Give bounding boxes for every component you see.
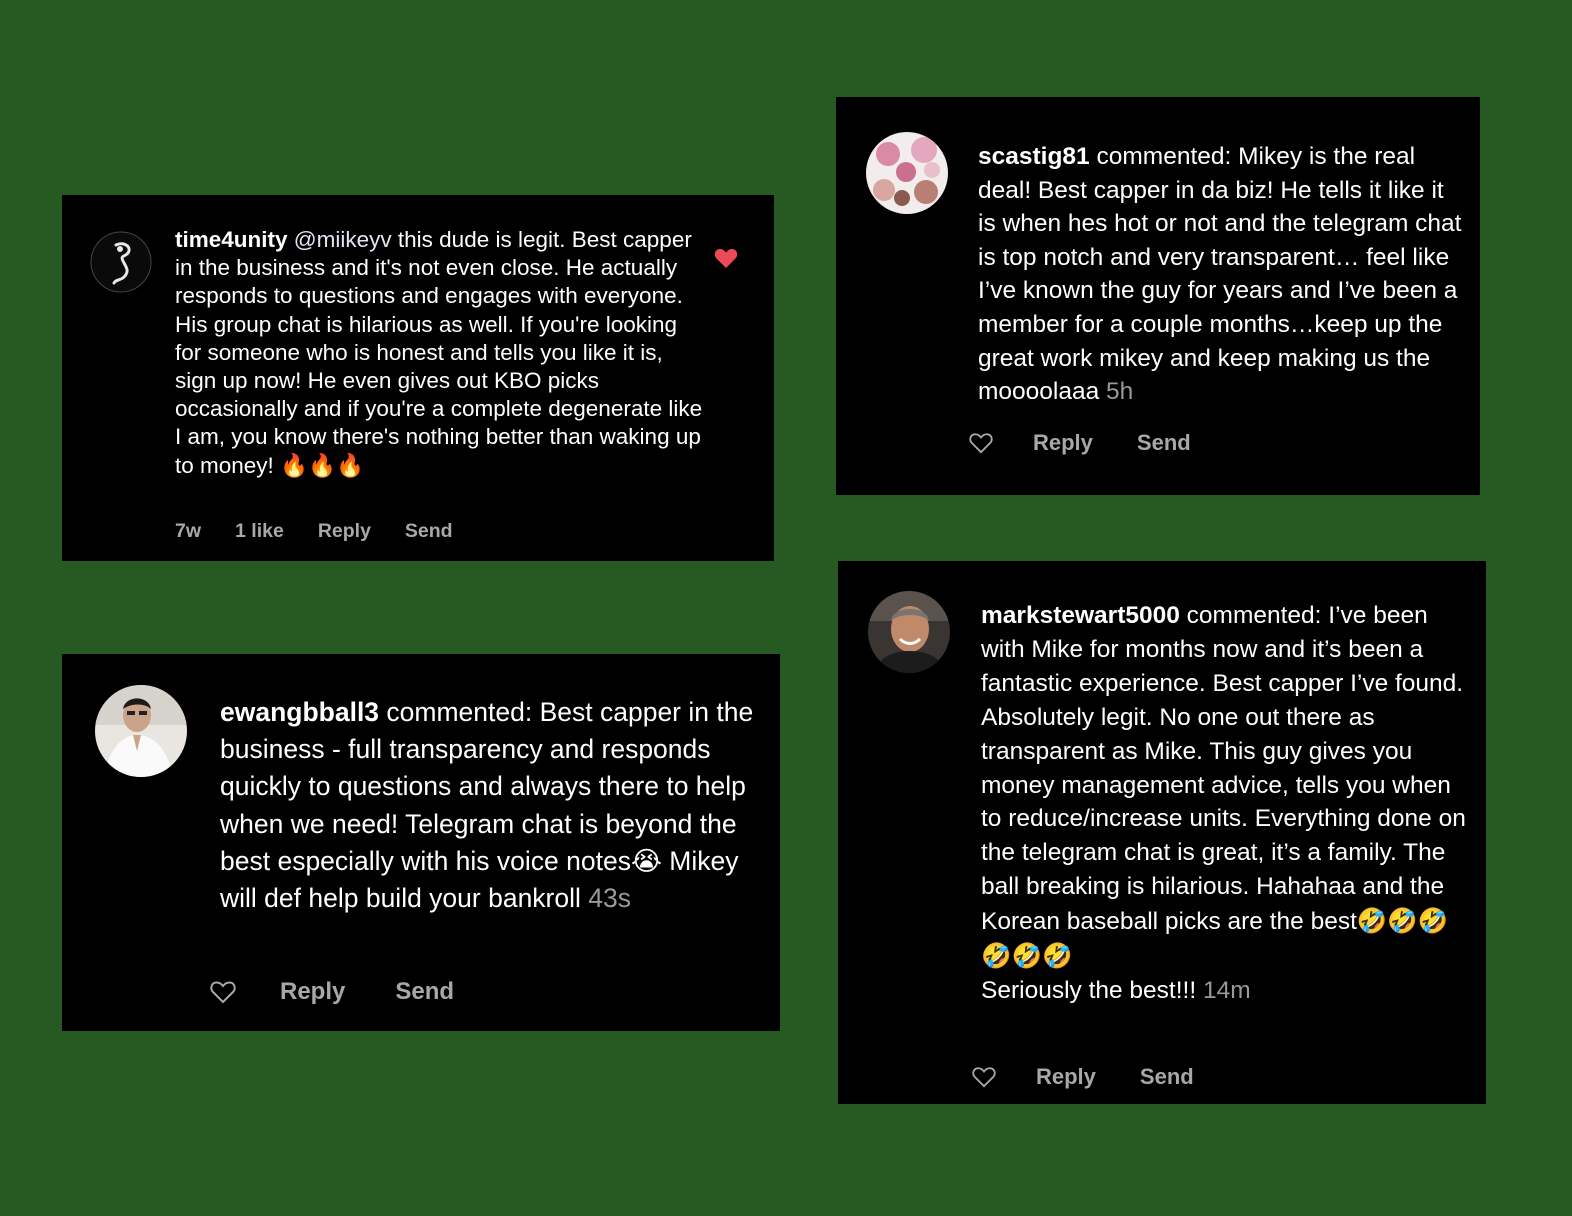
send-button[interactable]: Send: [1140, 1064, 1194, 1090]
comment-time: 14m: [1202, 976, 1251, 1004]
like-count[interactable]: 1 like: [235, 520, 284, 543]
comment-body: commented: I’ve been with Mike for month…: [981, 602, 1466, 936]
comment-actions: Reply Send: [969, 430, 1191, 456]
comment-actions: Reply Send: [210, 978, 454, 1006]
comment-card-markstewart5000: markstewart5000 commented: I’ve been wit…: [838, 561, 1486, 1104]
comment-card-ewangbball3: ewangbball3 commented: Best capper in th…: [62, 654, 780, 1031]
username[interactable]: markstewart5000: [981, 602, 1180, 629]
comment-text: ewangbball3 commented: Best capper in th…: [220, 694, 765, 917]
comment-body: commented: Mikey is the real deal! Best …: [978, 143, 1462, 406]
username[interactable]: time4unity: [175, 227, 288, 252]
reply-button[interactable]: Reply: [280, 978, 345, 1006]
avatar[interactable]: [866, 132, 948, 214]
avatar[interactable]: [868, 591, 950, 673]
username[interactable]: scastig81: [978, 143, 1090, 170]
crying-emoji: 😭: [630, 845, 662, 877]
reply-button[interactable]: Reply: [1033, 430, 1093, 456]
comment-time: 7w: [175, 520, 202, 542]
heart-outline-icon[interactable]: [969, 432, 993, 454]
username[interactable]: ewangbball3: [220, 697, 379, 727]
comment-body: this dude is legit. Best capper in the b…: [175, 227, 703, 478]
reply-button[interactable]: Reply: [318, 520, 371, 543]
comment-body-continued: Seriously the best!!!: [981, 976, 1197, 1004]
comment-text: markstewart5000 commented: I’ve been wit…: [981, 599, 1476, 1008]
comment-card-time4unity: time4unity @miikeyv this dude is legit. …: [62, 195, 774, 561]
comment-actions: 7w 1 like Reply Send: [175, 520, 487, 543]
comment-text: time4unity @miikeyv this dude is legit. …: [175, 226, 705, 480]
avatar[interactable]: [95, 685, 187, 777]
heart-outline-icon[interactable]: [972, 1066, 996, 1088]
comment-time: 43s: [588, 883, 632, 914]
send-button[interactable]: Send: [395, 978, 454, 1006]
send-button[interactable]: Send: [1137, 430, 1191, 456]
heart-filled-icon[interactable]: [714, 247, 738, 274]
send-button[interactable]: Send: [405, 520, 453, 543]
comment-actions: Reply Send: [972, 1064, 1194, 1090]
comment-time: 5h: [1106, 378, 1134, 406]
mention-link[interactable]: @miikeyv: [294, 227, 392, 252]
comment-text: scastig81 commented: Mikey is the real d…: [978, 140, 1468, 409]
comment-card-scastig81: scastig81 commented: Mikey is the real d…: [836, 97, 1480, 495]
heart-outline-icon[interactable]: [210, 980, 236, 1004]
reply-button[interactable]: Reply: [1036, 1064, 1096, 1090]
fire-emojis: 🔥🔥🔥: [280, 452, 365, 479]
avatar[interactable]: [90, 231, 152, 293]
